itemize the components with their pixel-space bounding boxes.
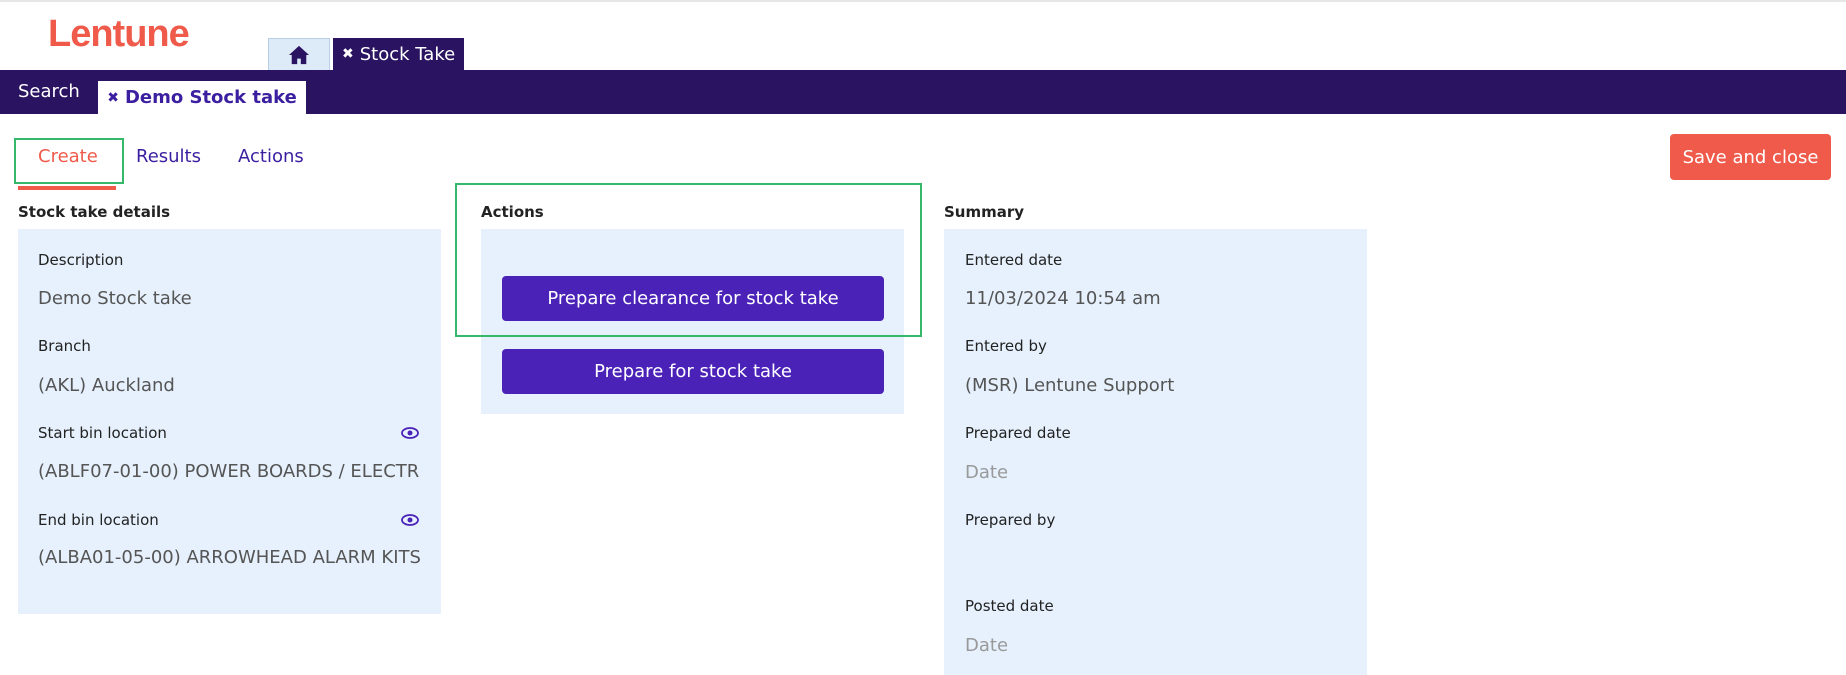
home-icon: [289, 45, 309, 64]
highlight-box-create: [14, 138, 124, 184]
prepared-date-field: Date: [965, 462, 1009, 483]
close-icon[interactable]: ✖: [342, 46, 354, 62]
tab-demo-stock-take[interactable]: ✖ Demo Stock take: [98, 81, 306, 114]
lentune-logo: Lentune: [48, 13, 190, 55]
description-field[interactable]: Demo Stock take: [38, 288, 423, 309]
description-label: Description: [38, 251, 124, 269]
entered-date-value: 11/03/2024 10:54 am: [965, 288, 1161, 309]
tab-demo-stock-take-label: Demo Stock take: [124, 87, 297, 108]
prepare-stock-take-button[interactable]: Prepare for stock take: [502, 349, 884, 394]
branch-label: Branch: [38, 337, 91, 355]
posted-date-field: Date: [965, 635, 1009, 656]
eye-icon[interactable]: [401, 514, 419, 526]
entered-by-label: Entered by: [965, 337, 1047, 355]
tab-stock-take[interactable]: ✖ Stock Take: [333, 38, 464, 70]
subtab-actions[interactable]: Actions: [238, 146, 304, 167]
entered-date-label: Entered date: [965, 251, 1063, 269]
prepared-by-label: Prepared by: [965, 511, 1056, 529]
close-icon[interactable]: ✖: [107, 90, 119, 106]
tab-stock-take-label: Stock Take: [359, 43, 456, 65]
home-tab[interactable]: [268, 38, 330, 70]
top-border: [0, 0, 1846, 2]
stock-take-details-title: Stock take details: [18, 203, 171, 221]
active-tab-indicator: [18, 186, 116, 190]
end-bin-label: End bin location: [38, 511, 159, 529]
prepared-date-label: Prepared date: [965, 424, 1071, 442]
end-bin-field[interactable]: (ALBA01-05-00) ARROWHEAD ALARM KITS: [38, 547, 421, 568]
tab-search[interactable]: Search: [18, 70, 80, 114]
start-bin-label: Start bin location: [38, 424, 167, 442]
highlight-box-actions: [455, 183, 922, 337]
subtab-results[interactable]: Results: [136, 146, 201, 167]
summary-title: Summary: [944, 203, 1025, 221]
eye-icon[interactable]: [401, 427, 419, 439]
entered-by-value: (MSR) Lentune Support: [965, 375, 1175, 396]
branch-field[interactable]: (AKL) Auckland: [38, 375, 423, 396]
save-and-close-button[interactable]: Save and close: [1670, 134, 1831, 180]
posted-date-label: Posted date: [965, 597, 1054, 615]
start-bin-field[interactable]: (ABLF07-01-00) POWER BOARDS / ELECTRICAL: [38, 461, 421, 482]
